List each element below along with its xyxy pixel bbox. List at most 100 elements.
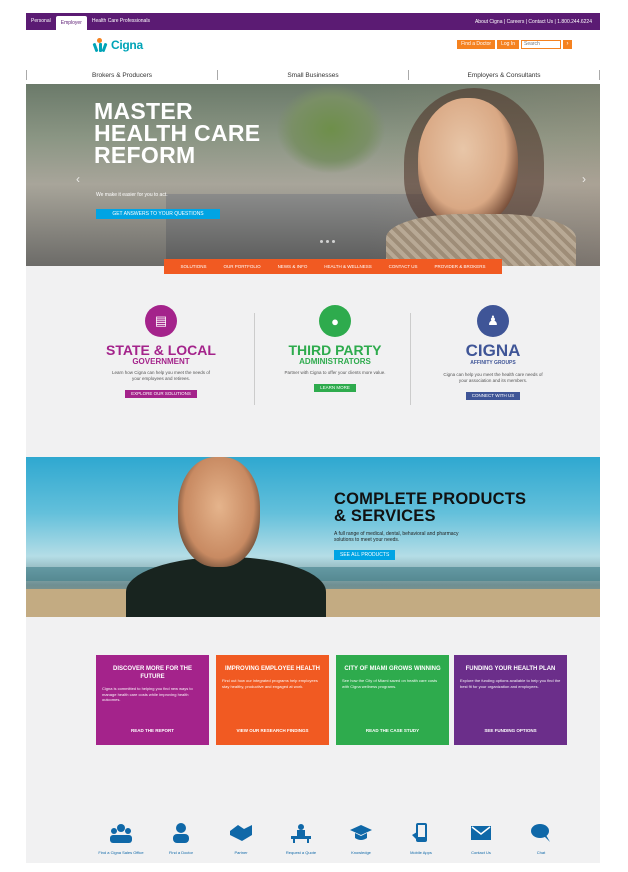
desk-icon: [291, 824, 311, 843]
partner-subtitle: ADMINISTRATORS: [299, 357, 371, 366]
tile-title: IMPROVING EMPLOYEE HEALTH: [225, 666, 320, 672]
utility-links[interactable]: About Cigna | Careers | Contact Us | 1.8…: [475, 19, 600, 25]
feature-tile[interactable]: CITY OF MIAMI GROWS WINNING See how the …: [336, 655, 449, 745]
hero-tab-bar: SOLUTIONS OUR PORTFOLIO NEWS & INFO HEAL…: [164, 259, 502, 274]
handshake-icon: [230, 825, 252, 841]
tile-link[interactable]: READ THE REPORT: [96, 728, 209, 733]
hero-subtitle: We make it easier for you to act.: [96, 192, 168, 198]
hero-carousel: MASTER HEALTH CARE REFORM We make it eas…: [26, 84, 600, 266]
partner-state-local: ▤ STATE & LOCAL GOVERNMENT Learn how Cig…: [86, 305, 236, 400]
header-actions: Find a Doctor Log In Search ›: [457, 40, 572, 49]
login-button[interactable]: Log In: [497, 40, 519, 49]
hero-headline: MASTER HEALTH CARE REFORM: [94, 100, 260, 168]
tab-employer[interactable]: Employer: [55, 16, 87, 30]
tab-health-care-professionals[interactable]: Health Care Professionals: [87, 13, 155, 30]
quick-link[interactable]: Knowledge: [336, 823, 386, 855]
hero-cta-button[interactable]: GET ANSWERS TO YOUR QUESTIONS: [96, 209, 220, 219]
tile-title: CITY OF MIAMI GROWS WINNING: [344, 666, 441, 672]
partner-title: STATE & LOCAL: [106, 342, 216, 358]
quick-link[interactable]: Chat: [516, 823, 566, 855]
tile-title: DISCOVER MORE FOR THE FUTURE: [112, 666, 192, 680]
quick-link-label: Request a Quote: [285, 850, 317, 855]
products-banner: COMPLETE PRODUCTS & SERVICES A full rang…: [26, 457, 600, 617]
quick-link-label: Contact Us: [471, 850, 491, 855]
products-headline-line: & SERVICES: [334, 507, 436, 525]
quick-link[interactable]: Find a Doctor: [156, 823, 206, 855]
quick-link[interactable]: Contact Us: [456, 823, 506, 855]
quick-links: Find a Cigna Sales Office Find a Doctor …: [96, 823, 576, 859]
partner-title: CIGNA: [465, 341, 521, 360]
feature-tile[interactable]: DISCOVER MORE FOR THE FUTURE Cigna is co…: [96, 655, 209, 745]
quick-link[interactable]: Find a Cigna Sales Office: [96, 823, 146, 855]
tile-title: FUNDING YOUR HEALTH PLAN: [465, 666, 556, 672]
header: Cigna Find a Doctor Log In Search › Brok…: [26, 30, 600, 84]
nav-small-businesses[interactable]: Small Businesses: [218, 72, 408, 79]
group-icon: ♟: [477, 305, 509, 337]
see-all-products-button[interactable]: SEE ALL PRODUCTS: [334, 550, 396, 560]
quick-link[interactable]: Mobile Apps: [396, 823, 446, 855]
tab-personal[interactable]: Personal: [26, 13, 56, 30]
partner-subtitle: AFFINITY GROUPS: [470, 360, 516, 366]
nav-divider: [599, 70, 600, 80]
site-frame: Personal Employer Health Care Profession…: [26, 13, 600, 863]
tile-link[interactable]: VIEW OUR RESEARCH FINDINGS: [216, 728, 329, 733]
search-input[interactable]: Search: [521, 40, 561, 49]
hero-tab[interactable]: PROVIDER & BROKERS: [434, 264, 485, 269]
page: Personal Employer Health Care Profession…: [0, 0, 628, 872]
feature-tile[interactable]: FUNDING YOUR HEALTH PLAN Explore the fun…: [454, 655, 567, 745]
user-icon: ●: [319, 305, 351, 337]
carousel-dot[interactable]: [326, 240, 329, 243]
quick-link[interactable]: Request a Quote: [276, 823, 326, 855]
products-headline: COMPLETE PRODUCTS & SERVICES: [334, 491, 526, 525]
partner-button[interactable]: EXPLORE OUR SOLUTIONS: [125, 390, 197, 398]
carousel-prev-icon[interactable]: ‹: [76, 172, 80, 186]
partner-third-party: ● THIRD PARTY ADMINISTRATORS Partner wit…: [260, 305, 410, 394]
quick-link-label: Find a Cigna Sales Office: [98, 850, 144, 855]
person-icon: [173, 823, 189, 843]
quick-link[interactable]: Partner: [216, 823, 266, 855]
feature-tiles: DISCOVER MORE FOR THE FUTURE Cigna is co…: [96, 655, 568, 745]
hero-tab[interactable]: OUR PORTFOLIO: [223, 264, 260, 269]
tile-link[interactable]: READ THE CASE STUDY: [336, 728, 449, 733]
partner-button[interactable]: CONNECT WITH US: [465, 392, 521, 400]
main-nav: Brokers & Producers Small Businesses Emp…: [26, 68, 600, 82]
carousel-dot[interactable]: [332, 240, 335, 243]
nav-brokers[interactable]: Brokers & Producers: [27, 72, 217, 79]
hero-tab[interactable]: SOLUTIONS: [180, 264, 206, 269]
cigna-logo[interactable]: Cigna: [92, 38, 143, 53]
tile-text: See how the City of Miami saved on healt…: [342, 678, 438, 689]
search-icon[interactable]: ›: [563, 40, 572, 49]
quick-link-label: Chat: [536, 850, 546, 855]
quick-link-label: Find a Doctor: [168, 850, 193, 855]
quick-link-label: Partner: [234, 850, 248, 855]
carousel-dots: [320, 240, 335, 243]
quick-link-label: Knowledge: [351, 850, 371, 855]
carousel-next-icon[interactable]: ›: [582, 172, 586, 186]
tile-text: Cigna is committed to helping you find n…: [102, 686, 193, 702]
hero-tab[interactable]: NEWS & INFO: [278, 264, 308, 269]
building-icon: ▤: [145, 305, 177, 337]
partner-affinity: ♟ CIGNA AFFINITY GROUPS Cigna can help y…: [418, 305, 568, 402]
divider: [410, 313, 411, 405]
hero-headline-line: REFORM: [94, 142, 196, 168]
tile-text: Find out how our integrated programs hel…: [222, 678, 318, 689]
phone-icon: [412, 823, 427, 842]
feature-tile[interactable]: IMPROVING EMPLOYEE HEALTH Find out how o…: [216, 655, 329, 745]
partner-text: Partner with Cigna to offer your clients…: [284, 370, 386, 375]
hero-tab[interactable]: HEALTH & WELLNESS: [324, 264, 371, 269]
partner-title: THIRD PARTY: [288, 342, 382, 358]
envelope-icon: [471, 826, 491, 840]
partner-button[interactable]: LEARN MORE: [314, 384, 356, 392]
partner-text: Learn how Cigna can help you meet the ne…: [111, 370, 211, 381]
find-doctor-button[interactable]: Find a Doctor: [457, 40, 496, 49]
tile-text: Explore the funding options available to…: [460, 678, 561, 689]
nav-employers[interactable]: Employers & Consultants: [409, 72, 599, 79]
hero-tab[interactable]: CONTACT US: [389, 264, 418, 269]
partner-section: ▤ STATE & LOCAL GOVERNMENT Learn how Cig…: [26, 277, 600, 457]
top-bar: Personal Employer Health Care Profession…: [26, 13, 600, 30]
carousel-dot[interactable]: [320, 240, 323, 243]
tile-link[interactable]: SEE FUNDING OPTIONS: [454, 728, 567, 733]
banner-photo-face: [178, 457, 260, 567]
chat-icon: [531, 824, 550, 842]
quick-link-label: Mobile Apps: [410, 850, 432, 855]
